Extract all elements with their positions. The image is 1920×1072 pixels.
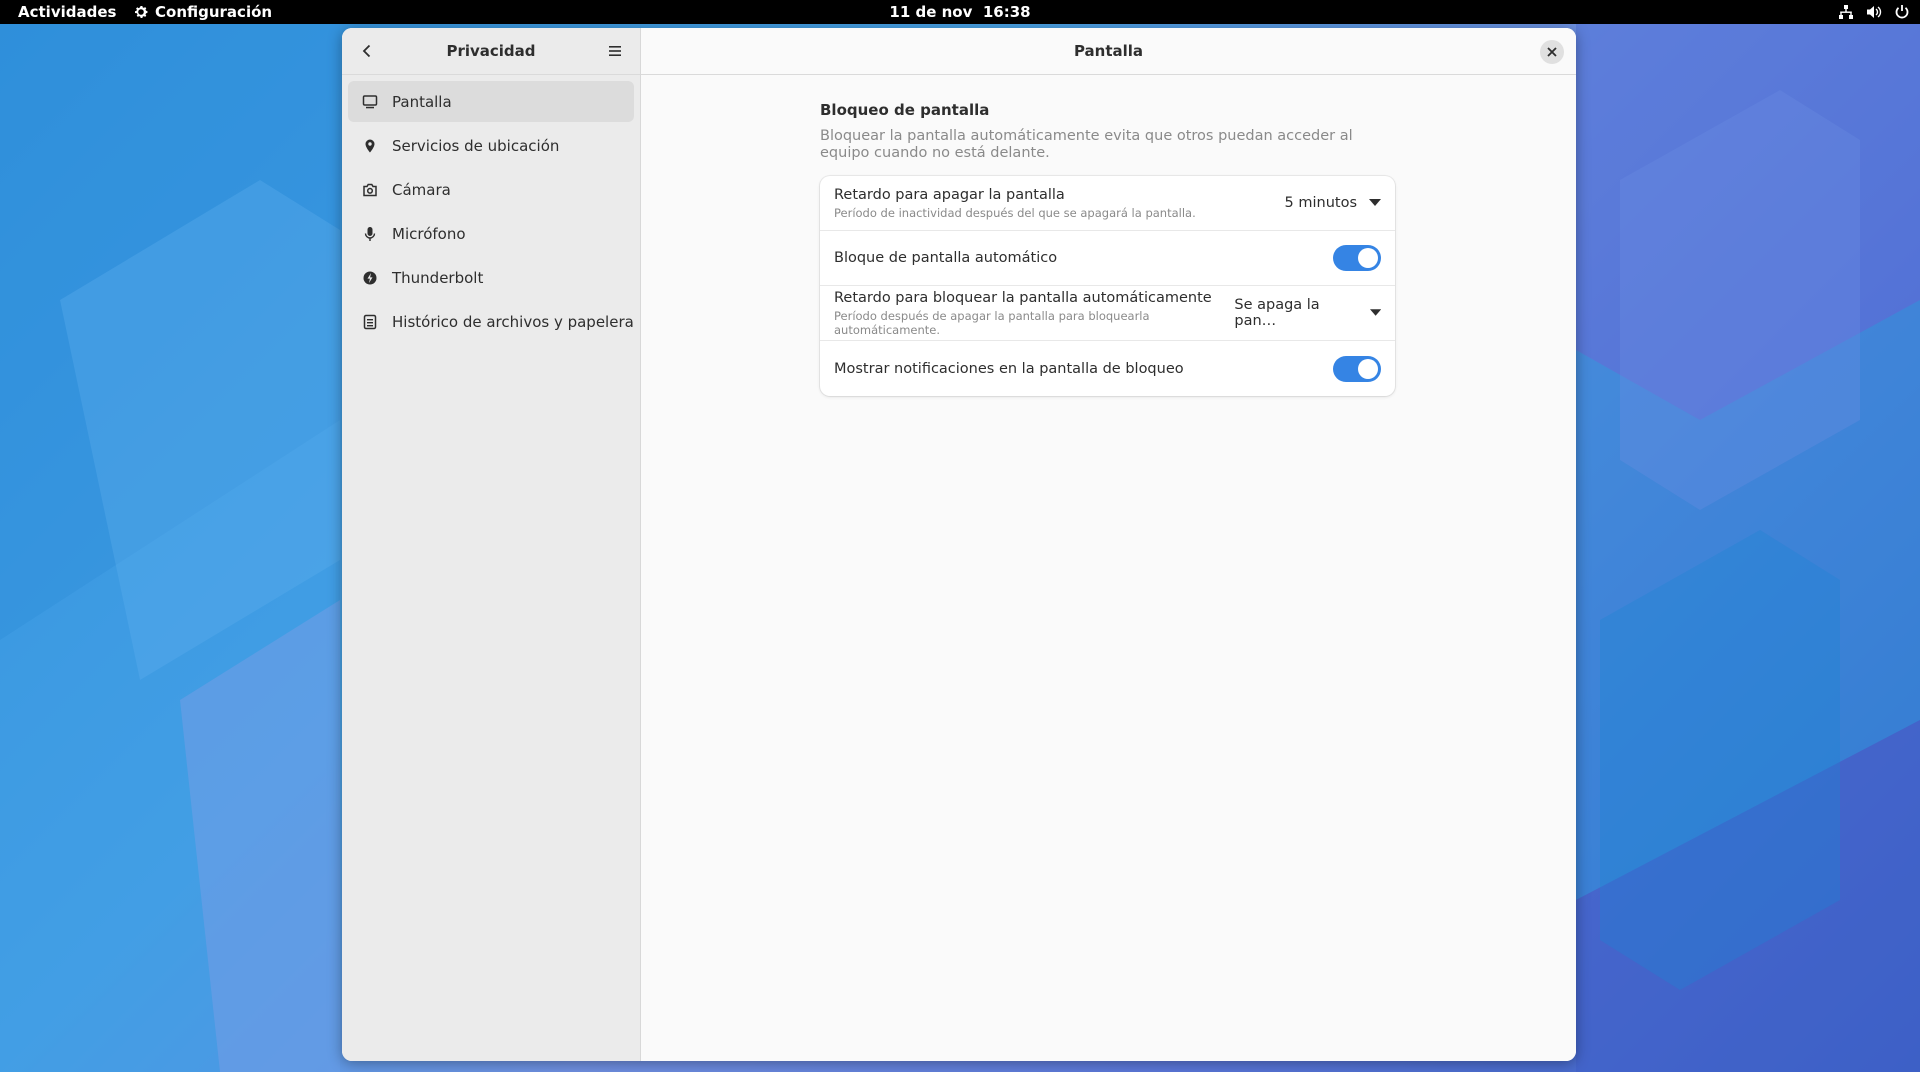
back-button[interactable]	[356, 40, 378, 62]
clock-date: 11 de nov	[889, 3, 973, 21]
sidebar-item-camera[interactable]: Cámara	[348, 169, 634, 210]
close-icon	[1547, 47, 1557, 57]
row-subtitle: Período de inactividad después del que s…	[834, 205, 1196, 220]
thunderbolt-icon	[362, 270, 378, 286]
system-tray[interactable]	[1838, 0, 1910, 24]
row-title: Mostrar notificaciones en la pantalla de…	[834, 360, 1184, 377]
section-title: Bloqueo de pantalla	[820, 101, 990, 119]
auto-lock-row[interactable]: Bloque de pantalla automático	[820, 231, 1395, 286]
dropdown-arrow-icon	[1369, 309, 1381, 316]
sidebar-item-microphone[interactable]: Micrófono	[348, 213, 634, 254]
settings-window: Privacidad Pantalla Servicios de ubicaci…	[342, 28, 1576, 1061]
content-pane: Pantalla Bloqueo de pantalla Bloquear la…	[641, 28, 1576, 1061]
row-title: Retardo para apagar la pantalla	[834, 186, 1065, 203]
volume-icon	[1867, 6, 1882, 18]
sidebar-item-label: Micrófono	[392, 224, 466, 243]
dropdown-value: 5 minutos	[1284, 195, 1357, 211]
content-body: Bloqueo de pantalla Bloquear la pantalla…	[820, 101, 1395, 396]
hamburger-menu-icon	[609, 46, 621, 56]
toggle-knob	[1358, 248, 1378, 268]
close-button[interactable]	[1540, 40, 1564, 64]
power-icon	[1895, 5, 1909, 19]
row-text: Bloque de pantalla automático	[834, 250, 1057, 266]
activities-button[interactable]: Actividades	[18, 0, 116, 24]
sidebar-item-label: Pantalla	[392, 92, 452, 111]
sidebar-item-label: Servicios de ubicación	[392, 136, 560, 155]
network-icon	[1839, 5, 1853, 19]
blank-delay-row[interactable]: Retardo para apagar la pantalla Período …	[820, 176, 1395, 231]
camera-icon	[362, 182, 378, 198]
sidebar: Privacidad Pantalla Servicios de ubicaci…	[342, 28, 641, 1061]
clock-time: 16:38	[982, 3, 1031, 21]
sidebar-item-label: Thunderbolt	[392, 268, 484, 287]
section-description: Bloquear la pantalla automáticamente evi…	[820, 128, 1353, 161]
toggle-knob	[1358, 358, 1378, 379]
chevron-left-icon	[362, 44, 371, 58]
settings-card: Retardo para apagar la pantalla Período …	[820, 176, 1395, 396]
gear-icon	[135, 6, 148, 18]
sidebar-list: Pantalla Servicios de ubicación Cámara M…	[342, 75, 640, 351]
dropdown-arrow-icon	[1369, 199, 1381, 206]
sidebar-item-file-history[interactable]: Histórico de archivos y papelera	[348, 301, 634, 342]
page-title: Pantalla	[1073, 42, 1144, 60]
clock: 11 de nov 16:38	[0, 0, 1920, 24]
location-icon	[362, 138, 378, 154]
row-text: Mostrar notificaciones en la pantalla de…	[834, 361, 1184, 377]
row-text: Retardo para bloquear la pantalla automá…	[834, 290, 1234, 337]
sidebar-item-screen[interactable]: Pantalla	[348, 81, 634, 122]
sidebar-item-location[interactable]: Servicios de ubicación	[348, 125, 634, 166]
main-menu-button[interactable]	[604, 40, 626, 62]
file-history-icon	[362, 314, 378, 330]
sidebar-header: Privacidad	[342, 28, 640, 75]
sidebar-item-thunderbolt[interactable]: Thunderbolt	[348, 257, 634, 298]
row-title: Bloque de pantalla automático	[834, 250, 1058, 266]
row-subtitle: Período después de apagar la pantalla pa…	[834, 308, 1150, 337]
app-menu[interactable]: Configuración	[133, 0, 272, 24]
lock-delay-row[interactable]: Retardo para bloquear la pantalla automá…	[820, 286, 1395, 341]
row-title: Retardo para bloquear la pantalla automá…	[834, 289, 1212, 306]
app-name: Configuración	[155, 3, 273, 21]
top-bar: Actividades Configuración 11 de nov 16:3…	[0, 0, 1920, 24]
dropdown-value: Se apaga la pan…	[1234, 297, 1320, 329]
sidebar-title: Privacidad	[446, 42, 536, 60]
content-header: Pantalla	[641, 28, 1576, 75]
lock-notifications-row[interactable]: Mostrar notificaciones en la pantalla de…	[820, 341, 1395, 396]
microphone-icon	[362, 226, 378, 242]
row-text: Retardo para apagar la pantalla Período …	[834, 187, 1196, 220]
auto-lock-toggle[interactable]	[1333, 245, 1381, 271]
display-icon	[362, 94, 378, 110]
clock-button[interactable]: 11 de nov 16:38	[889, 3, 1030, 21]
blank-delay-dropdown[interactable]: 5 minutos	[1285, 195, 1381, 211]
sidebar-item-label: Histórico de archivos y papelera	[392, 312, 634, 331]
lock-notifications-toggle[interactable]	[1333, 355, 1381, 382]
lock-delay-dropdown[interactable]: Se apaga la pan…	[1234, 297, 1381, 329]
sidebar-item-label: Cámara	[392, 180, 451, 199]
